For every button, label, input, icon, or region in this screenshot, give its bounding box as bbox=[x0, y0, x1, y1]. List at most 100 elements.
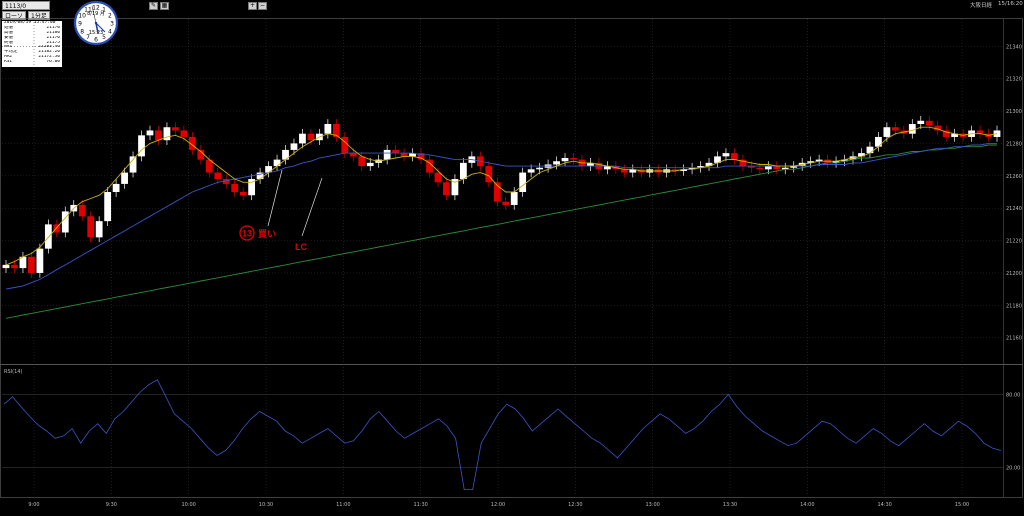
candle-body bbox=[341, 136, 349, 154]
candle-body bbox=[121, 172, 128, 184]
candle-body bbox=[231, 183, 239, 192]
candle-body bbox=[78, 204, 86, 217]
candle-body bbox=[180, 130, 188, 137]
buy-number: 13 bbox=[242, 229, 252, 239]
candle-body bbox=[519, 172, 527, 192]
clock-number: 2 bbox=[108, 12, 112, 19]
y-tick-label: 21220 bbox=[1006, 239, 1022, 245]
candle-body bbox=[756, 167, 764, 170]
candle-body bbox=[908, 124, 916, 134]
y-tick-label: 21180 bbox=[1006, 303, 1022, 309]
x-tick-label: 13:00 bbox=[645, 502, 659, 508]
clock-number: 3 bbox=[110, 20, 114, 27]
candle-body bbox=[239, 192, 247, 196]
x-tick-label: 10:00 bbox=[181, 502, 195, 508]
x-tick-label: 13:30 bbox=[723, 502, 737, 508]
buy-pointer-line bbox=[267, 169, 283, 227]
y-tick-label: 21260 bbox=[1006, 174, 1022, 180]
candle-body bbox=[764, 166, 772, 170]
ma-short-line bbox=[5, 126, 998, 266]
price-chart: 9:00 9:30 10:00 10:30 11:00 11:30 12:00 12:30 13… bbox=[0, 18, 1023, 508]
clock-center bbox=[94, 21, 98, 25]
candle-body bbox=[36, 248, 44, 273]
candle-body bbox=[553, 161, 560, 165]
candle-body bbox=[366, 162, 374, 167]
clock-number: 8 bbox=[80, 28, 84, 35]
candle-body bbox=[11, 264, 18, 269]
lc-label: LC bbox=[295, 242, 307, 252]
x-tick-label: 11:00 bbox=[336, 502, 350, 508]
candle-body bbox=[502, 201, 510, 205]
candle-body bbox=[510, 192, 518, 205]
y-tick-label: 21320 bbox=[1006, 77, 1022, 83]
clock-time: 15:23 bbox=[89, 30, 103, 36]
candle-body bbox=[172, 127, 179, 131]
x-tick-label: 14:00 bbox=[800, 502, 814, 508]
y-tick-label: 21280 bbox=[1006, 141, 1022, 147]
candle-body bbox=[485, 166, 493, 183]
candle-body bbox=[731, 153, 738, 160]
candle-body bbox=[400, 153, 408, 157]
candle-body bbox=[214, 172, 222, 180]
y-tick-label: 21340 bbox=[1006, 44, 1022, 50]
candle-body bbox=[53, 224, 61, 233]
x-tick-label: 15:00 bbox=[955, 502, 969, 508]
candle-body bbox=[273, 159, 281, 167]
candle-body bbox=[87, 216, 95, 238]
candle-body bbox=[443, 182, 450, 196]
main-pane-border bbox=[0, 18, 1023, 365]
candle-body bbox=[349, 153, 357, 157]
rsi-pane-border bbox=[0, 364, 1023, 498]
candle-body bbox=[459, 162, 467, 180]
candle-body bbox=[146, 130, 154, 136]
rsi-title: RSI(14) bbox=[4, 369, 22, 375]
candle-body bbox=[527, 169, 535, 173]
candle-body bbox=[570, 158, 577, 160]
candle-body bbox=[104, 192, 112, 222]
candle-body bbox=[95, 221, 103, 238]
candle-body bbox=[299, 133, 306, 144]
x-tick-label: 14:30 bbox=[877, 502, 891, 508]
x-tick-label: 9:30 bbox=[106, 502, 117, 508]
clock-widget: 12 12345678910118/19 月15:23 bbox=[73, 0, 119, 46]
candle-body bbox=[891, 127, 899, 131]
clock-number: 4 bbox=[108, 28, 112, 35]
candle-body bbox=[307, 133, 315, 141]
candle-body bbox=[875, 136, 882, 147]
candle-body bbox=[2, 264, 10, 269]
candle-body bbox=[866, 146, 874, 154]
rsi-tick-label: 20.00 bbox=[1006, 466, 1020, 472]
candle-body bbox=[561, 158, 569, 162]
x-tick-label: 11:30 bbox=[413, 502, 427, 508]
candle-body bbox=[536, 167, 544, 170]
candle-body bbox=[925, 120, 933, 126]
clock-number: 9 bbox=[78, 20, 82, 27]
candle-body bbox=[917, 120, 925, 124]
candle-body bbox=[155, 130, 162, 141]
lc-pointer-line bbox=[301, 177, 323, 237]
candle-body bbox=[112, 183, 120, 192]
candle-body bbox=[722, 153, 730, 157]
candle-body bbox=[358, 156, 366, 167]
x-tick-label: 9:00 bbox=[28, 502, 39, 508]
rsi-tick-label: 80.00 bbox=[1006, 392, 1020, 398]
candle-body bbox=[383, 149, 391, 160]
rsi-line bbox=[3, 379, 1002, 491]
clock-number: 6 bbox=[94, 36, 98, 43]
y-tick-label: 21160 bbox=[1006, 336, 1022, 342]
candle-body bbox=[976, 130, 984, 134]
buy-label: 買い bbox=[258, 229, 276, 239]
candle-body bbox=[290, 143, 298, 150]
ma-mid-line bbox=[5, 142, 997, 290]
x-tick-label: 10:30 bbox=[259, 502, 273, 508]
chart-window: 1113/0 ローソク 1分足 ✎ ▦ + − 大阪日経 15/16:20 20… bbox=[0, 0, 1024, 516]
candle-body bbox=[434, 172, 442, 183]
ma-long-line bbox=[5, 144, 997, 319]
candle-body bbox=[44, 224, 52, 249]
x-tick-label: 12:00 bbox=[491, 502, 505, 508]
candle-body bbox=[773, 166, 781, 170]
candle-body bbox=[324, 124, 332, 134]
candle-body bbox=[883, 127, 891, 137]
candle-body bbox=[265, 166, 272, 173]
y-tick-label: 21240 bbox=[1006, 206, 1022, 212]
